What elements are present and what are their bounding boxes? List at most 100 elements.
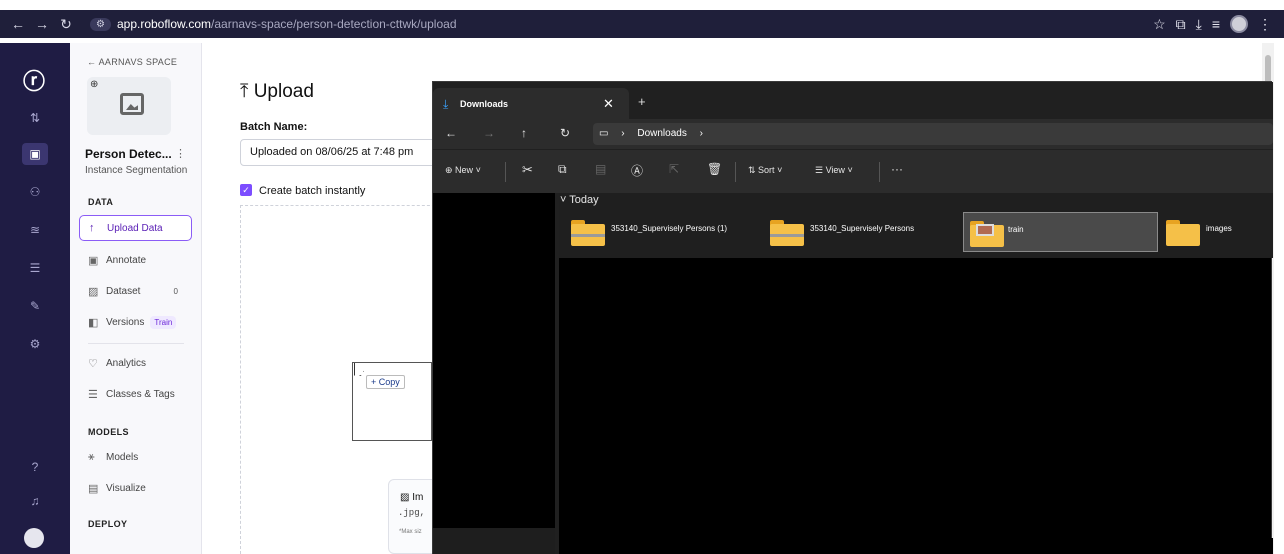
- extensions-icon[interactable]: ⧉: [1176, 16, 1186, 33]
- dataset-count-badge: 0: [173, 286, 178, 296]
- url-path: /aarnavs-space/person-detection-cttwk/up…: [211, 17, 457, 31]
- sidebar-item-label: Analytics: [106, 357, 147, 369]
- sidebar-item-analytics[interactable]: ♡ Analytics: [79, 350, 192, 376]
- settings-icon[interactable]: ⚙: [22, 333, 48, 355]
- view-button[interactable]: ☰ View ˅: [815, 165, 853, 176]
- edit-icon[interactable]: ✎: [22, 295, 48, 317]
- up-arrow-icon[interactable]: ↑: [521, 126, 527, 140]
- media-icon[interactable]: ≡: [1212, 16, 1220, 32]
- rename-icon[interactable]: Ⓐ: [631, 162, 643, 179]
- tab-downloads[interactable]: ⤓ Downloads ✕: [433, 88, 629, 119]
- batch-name-input[interactable]: Uploaded on 08/06/25 at 7:48 pm: [240, 139, 440, 166]
- more-options-icon[interactable]: ···: [891, 162, 903, 176]
- back-arrow-icon[interactable]: ←: [445, 126, 457, 140]
- create-batch-checkbox[interactable]: ✓: [240, 184, 252, 196]
- file-item[interactable]: 353140_Supervisely Persons (1): [571, 212, 761, 252]
- sidebar-item-label: Upload Data: [107, 222, 163, 234]
- page-title: ⤒ Upload: [240, 81, 314, 103]
- project-name[interactable]: Person Detec...: [85, 147, 172, 161]
- versions-icon: ◧: [88, 316, 99, 329]
- breadcrumb-chevron-icon: ›: [621, 128, 625, 139]
- navigation-pane-scrollbar[interactable]: [433, 528, 555, 554]
- paste-icon[interactable]: ▤: [595, 162, 606, 176]
- file-name: 353140_Supervisely Persons (1): [611, 224, 728, 233]
- browser-actions: ☆ ⧉ ⤓ ≡ ⋮: [1153, 10, 1272, 38]
- site-info-icon[interactable]: ⚙: [90, 17, 111, 31]
- sidebar-item-visualize[interactable]: ▤ Visualize: [79, 475, 192, 501]
- image-placeholder-icon: [120, 93, 144, 115]
- sidebar-item-versions[interactable]: ◧ Versions Train: [79, 309, 192, 335]
- zip-folder-icon: [770, 220, 804, 246]
- separator: [879, 162, 880, 182]
- section-deploy-heading: DEPLOY: [88, 519, 128, 529]
- sidebar-item-label: Visualize: [106, 482, 146, 494]
- group-today-label: Today: [569, 194, 599, 206]
- profile-avatar[interactable]: [1230, 15, 1248, 33]
- tab-label: Downloads: [460, 99, 509, 109]
- file-name: train: [1008, 225, 1024, 234]
- refresh-icon[interactable]: ↻: [560, 126, 570, 140]
- bookmark-star-icon[interactable]: ☆: [1153, 16, 1166, 33]
- project-menu-icon[interactable]: ⋮: [175, 147, 186, 160]
- user-avatar[interactable]: [24, 528, 44, 548]
- downloads-icon[interactable]: ⤓: [1196, 16, 1202, 33]
- deployments-icon[interactable]: ☰: [22, 257, 48, 279]
- roboflow-logo-icon[interactable]: ⓡ: [23, 64, 45, 96]
- cut-icon[interactable]: ✂: [522, 162, 533, 178]
- project-thumbnail[interactable]: ⊕: [87, 77, 171, 135]
- forward-arrow-icon[interactable]: →: [483, 126, 495, 140]
- new-button[interactable]: ⊕ New ˅: [445, 165, 481, 176]
- upload-title-icon: ⤒: [240, 81, 254, 102]
- separator: [735, 162, 736, 182]
- file-item[interactable]: images: [1166, 212, 1266, 252]
- explorer-tabbar: ⤓ Downloads ✕ +: [433, 82, 1273, 119]
- projects-icon[interactable]: ▣: [22, 143, 48, 165]
- image-icon: ▨: [400, 492, 413, 503]
- copy-icon[interactable]: ⧉: [558, 162, 567, 177]
- sort-icon[interactable]: ⇅: [22, 107, 48, 129]
- breadcrumb-chevron-icon[interactable]: ›: [700, 128, 703, 139]
- help-icon[interactable]: ?: [22, 456, 48, 478]
- folder-icon: [1166, 220, 1200, 246]
- notifications-icon[interactable]: ♫: [22, 490, 48, 512]
- browser-chrome: ← → ↻ ⚙ app.roboflow.com /aarnavs-space/…: [0, 0, 1284, 43]
- download-icon: ⤓: [443, 97, 449, 111]
- workflow-icon[interactable]: ⚇: [22, 181, 48, 203]
- address-bar[interactable]: ⚙ app.roboflow.com /aarnavs-space/person…: [90, 17, 457, 31]
- formats-max-size: *Max siz: [399, 529, 422, 535]
- navigation-pane[interactable]: [433, 193, 555, 554]
- sort-button[interactable]: ⇅ Sort ˅: [748, 165, 782, 176]
- group-today[interactable]: ˅ Today: [560, 194, 599, 206]
- section-models-heading: MODELS: [88, 427, 129, 437]
- back-arrow-icon[interactable]: ←: [6, 16, 30, 32]
- delete-icon[interactable]: 🗑: [707, 162, 722, 176]
- close-tab-icon[interactable]: ✕: [603, 96, 614, 112]
- analytics-icon: ♡: [88, 357, 98, 370]
- browser-menu-icon[interactable]: ⋮: [1258, 16, 1272, 33]
- breadcrumb-downloads[interactable]: Downloads: [637, 128, 686, 139]
- sidebar-item-models[interactable]: ⚹ Models: [79, 444, 192, 470]
- explorer-nav-bar: ← → ↑ ↻ ▭ › Downloads ›: [433, 119, 1273, 149]
- sidebar-item-label: Models: [106, 451, 139, 463]
- sidebar-item-annotate[interactable]: ▣ Annotate: [79, 247, 192, 273]
- train-pill: Train: [150, 315, 177, 329]
- sidebar-item-classes-tags[interactable]: ☰ Classes & Tags: [79, 381, 192, 407]
- file-item[interactable]: 353140_Supervisely Persons: [770, 212, 960, 252]
- back-to-workspace-link[interactable]: ← AARNAVS SPACE: [87, 57, 177, 67]
- sidebar-item-upload-data[interactable]: ↑ Upload Data: [79, 215, 192, 241]
- zip-folder-icon: [571, 220, 605, 246]
- file-item-selected[interactable]: train: [963, 212, 1158, 252]
- reload-icon[interactable]: ↻: [54, 16, 78, 33]
- monitoring-icon[interactable]: ≊: [22, 219, 48, 241]
- new-label: New: [455, 165, 474, 175]
- forward-arrow-icon[interactable]: →: [30, 16, 54, 32]
- sidebar-item-dataset[interactable]: ▨ Dataset 0: [79, 278, 192, 304]
- explorer-command-bar: ⊕ New ˅ ✂ ⧉ ▤ Ⓐ ⇱ 🗑 ⇅ Sort ˅ ☰ View ˅ ··…: [433, 149, 1273, 193]
- batch-name-label: Batch Name:: [240, 121, 308, 133]
- photo-folder-icon: [970, 221, 1004, 247]
- new-tab-icon[interactable]: +: [638, 94, 646, 109]
- explorer-address-bar[interactable]: ▭ › Downloads ›: [593, 123, 1273, 145]
- view-label: View: [825, 165, 845, 175]
- share-icon[interactable]: ⇱: [669, 162, 679, 176]
- file-explorer-window: ⤓ Downloads ✕ + ← → ↑ ↻ ▭ › Downloads › …: [432, 81, 1273, 554]
